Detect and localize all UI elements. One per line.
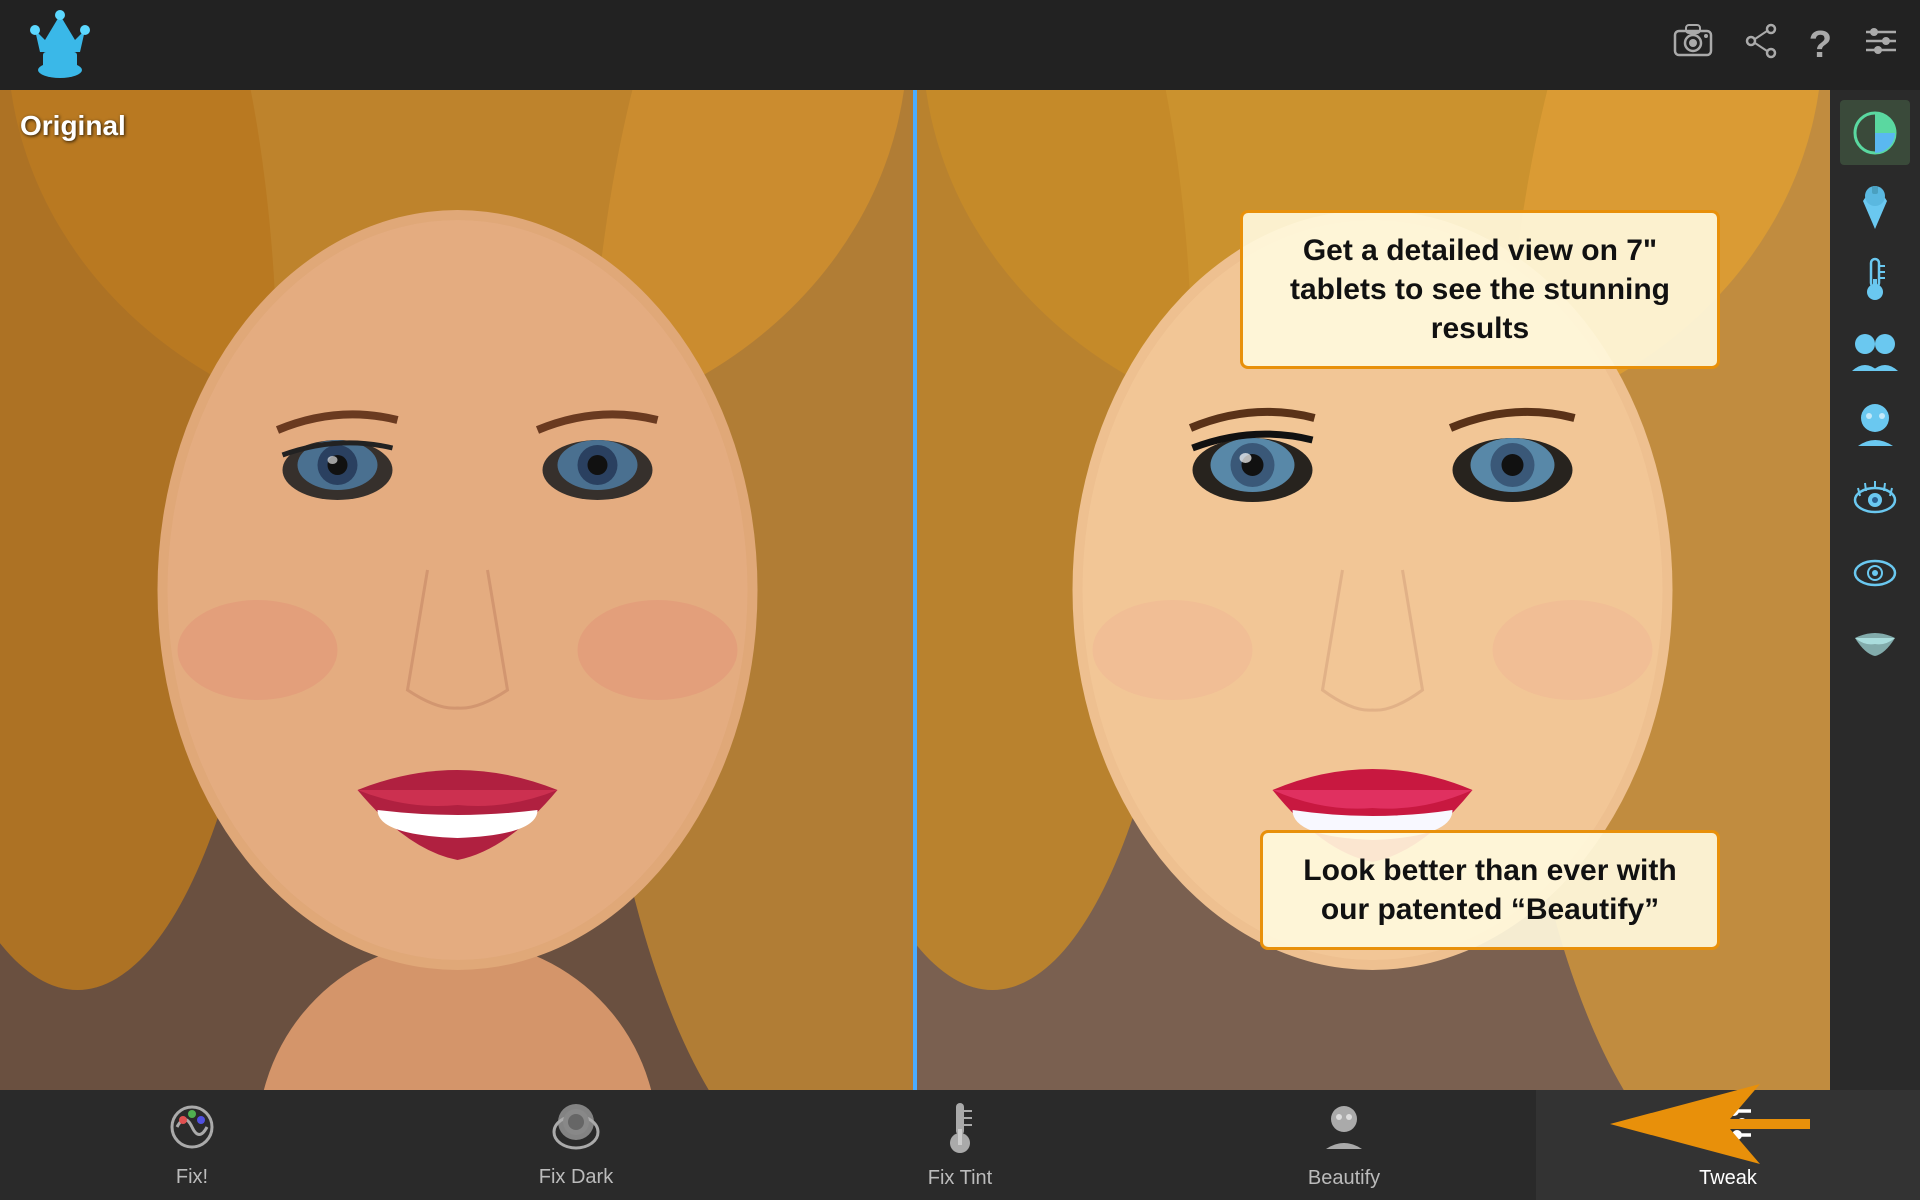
original-label: Original (20, 110, 126, 142)
tooltip-beautify: Look better than ever with our patented … (1260, 830, 1720, 950)
fix-label: Fix! (176, 1166, 208, 1189)
help-button[interactable]: ? (1809, 24, 1832, 67)
sidebar-pin-icon[interactable] (1840, 173, 1910, 238)
beautify-icon (1318, 1101, 1370, 1163)
fix-dark-label: Fix Dark (539, 1166, 613, 1189)
top-bar-right: ? (1673, 22, 1900, 69)
fix-tint-tool[interactable]: Fix Tint (768, 1090, 1152, 1200)
fix-dark-icon (549, 1102, 604, 1162)
beautify-tool[interactable]: Beautify (1152, 1090, 1536, 1200)
top-bar: ? (0, 0, 1920, 90)
sidebar-color-icon[interactable] (1840, 100, 1910, 165)
sidebar-lips-icon[interactable] (1840, 611, 1910, 676)
share-button[interactable] (1743, 23, 1779, 68)
fix-icon (165, 1102, 220, 1162)
beautify-label: Beautify (1308, 1167, 1380, 1190)
sidebar-eye-lash-icon[interactable] (1840, 465, 1910, 530)
sidebar-thermometer-icon[interactable] (1840, 246, 1910, 311)
image-divider (913, 90, 917, 1090)
tooltip1-text: Get a detailed view on 7" tablets to see… (1267, 231, 1693, 348)
camera-button[interactable] (1673, 23, 1713, 67)
settings-button[interactable] (1862, 22, 1900, 69)
tooltip2-text: Look better than ever with our patented … (1287, 851, 1693, 929)
left-half-original (0, 90, 915, 1090)
fix-tint-icon (940, 1101, 980, 1163)
image-container: Original Get a detailed view on 7" table… (0, 90, 1830, 1090)
fix-dark-tool[interactable]: Fix Dark (384, 1090, 768, 1200)
app-logo[interactable] (20, 5, 100, 85)
tooltip-detail-view: Get a detailed view on 7" tablets to see… (1240, 210, 1720, 369)
fix-tint-label: Fix Tint (928, 1167, 992, 1190)
sidebar-faces-icon[interactable] (1840, 319, 1910, 384)
bottom-toolbar: Fix! Fix Dark Fix Tint (0, 1090, 1920, 1200)
main-area: Original Get a detailed view on 7" table… (0, 90, 1830, 1090)
sidebar-face-icon[interactable] (1840, 392, 1910, 457)
fix-tool[interactable]: Fix! (0, 1090, 384, 1200)
right-sidebar (1830, 90, 1920, 1090)
sidebar-eye2-icon[interactable] (1840, 538, 1910, 603)
arrow-indicator (1610, 1074, 1810, 1190)
